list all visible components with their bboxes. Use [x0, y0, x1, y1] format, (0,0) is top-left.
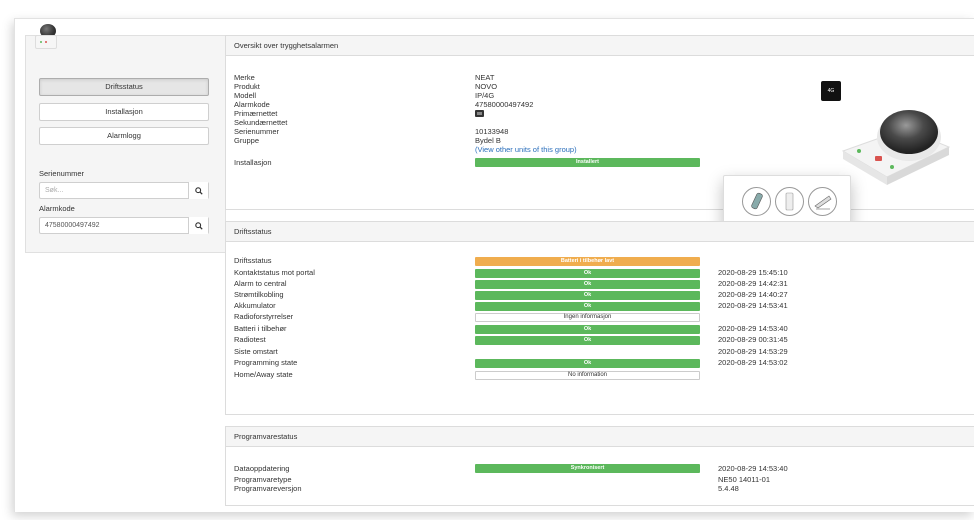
search-icon — [194, 221, 203, 230]
drift-row-label: Siste omstart — [234, 347, 278, 356]
alarmcode-search-button[interactable] — [188, 217, 208, 234]
alarmcode-input[interactable]: 47580000497492 — [45, 222, 100, 229]
modell-value: IP/4G — [475, 91, 495, 100]
drift-row-label: Alarm to central — [234, 279, 287, 288]
sim-card-icon — [475, 110, 484, 117]
drift-row-status: No information — [475, 371, 700, 380]
merke-value: NEAT — [475, 73, 495, 82]
drift-row-timestamp: 2020-08-29 15:45:10 — [718, 268, 788, 277]
drift-row-timestamp: 2020-08-29 14:53:41 — [718, 301, 788, 310]
drift-row-status: Ok — [475, 336, 700, 345]
alarmlogg-button[interactable]: Alarmlogg — [39, 127, 209, 145]
drift-row-label: Driftsstatus — [234, 256, 272, 265]
view-group-units-link[interactable]: (View other units of this group) — [475, 145, 577, 154]
serial-search-input[interactable]: Søk... — [45, 187, 63, 194]
sidebar: Driftsstatus Installasjon Alarmlogg Seri… — [25, 24, 226, 253]
gruppe-value: Bydel B — [475, 136, 501, 145]
drift-row-label: Strømtilkobling — [234, 290, 284, 299]
primaernettet-label: Primærnettet — [234, 109, 278, 118]
dataoppdatering-timestamp: 2020-08-29 14:53:40 — [718, 464, 788, 473]
programvare-panel: Programvarestatus Dataoppdatering Synkro… — [225, 426, 974, 506]
drift-row-label: Kontaktstatus mot portal — [234, 268, 315, 277]
produkt-label: Produkt — [234, 82, 260, 91]
programvaretype-value: NE50 14011-01 — [718, 475, 770, 484]
installasjon-button[interactable]: Installasjon — [39, 103, 209, 121]
drift-row-status: Ok — [475, 269, 700, 278]
gruppe-label: Gruppe — [234, 136, 260, 145]
4g-badge: 4G — [821, 81, 841, 101]
programvare-title: Programvarestatus — [226, 427, 974, 447]
drift-row-timestamp: 2020-08-29 14:53:29 — [718, 347, 788, 356]
installasjon-label: Installasjon — [234, 158, 272, 167]
merke-label: Merke — [234, 73, 255, 82]
modell-label: Modell — [234, 91, 257, 100]
drift-row-timestamp: 2020-08-29 14:40:27 — [718, 290, 788, 299]
device-thumbnail — [34, 24, 64, 58]
programvareversjon-label: Programvareversjon — [234, 484, 302, 493]
drift-row-label: Batteri i tilbehør — [234, 324, 287, 333]
drift-row-status: Batteri i tilbehør lavt — [475, 257, 700, 266]
overview-title: Oversikt over trygghetsalarmen — [226, 36, 974, 56]
dataoppdatering-label: Dataoppdatering — [234, 464, 290, 473]
alarmcode-search-group: 47580000497492 — [39, 217, 209, 234]
drift-row-label: Programming state — [234, 358, 298, 367]
driftsstatus-panel: Driftsstatus Driftsstatus Batteri i tilbe… — [225, 221, 974, 415]
serial-label: Serienummer — [39, 169, 85, 178]
driftsstatus-title: Driftsstatus — [226, 222, 974, 242]
programvaretype-label: Programvaretype — [234, 475, 292, 484]
drift-row-label: Radioforstyrrelser — [234, 312, 294, 321]
alarmkode-value: 47580000497492 — [475, 100, 534, 109]
fall-sensor-accessory-icon — [808, 187, 837, 216]
drift-row-status: Ok — [475, 359, 700, 368]
drift-row-timestamp: 2020-08-29 14:53:02 — [718, 358, 788, 367]
driftsstatus-button[interactable]: Driftsstatus — [39, 78, 209, 96]
installasjon-status: Installert — [475, 158, 700, 167]
programvareversjon-value: 5.4.48 — [718, 484, 739, 493]
alarmcode-label: Alarmkode — [39, 204, 75, 213]
drift-row-label: Akkumulator — [234, 301, 276, 310]
screen: Driftsstatus Installasjon Alarmlogg Seri… — [14, 18, 974, 512]
drift-row-label: Radiotest — [234, 335, 266, 344]
drift-row-status: Ok — [475, 325, 700, 334]
search-icon — [194, 186, 203, 195]
serial-search-button[interactable] — [188, 182, 208, 199]
drift-row-status: Ok — [475, 302, 700, 311]
door-sensor-accessory-icon — [775, 187, 804, 216]
pendant-accessory-icon — [742, 187, 771, 216]
serienummer-value: 10133948 — [475, 127, 509, 136]
sekundaernettet-label: Sekundærnettet — [234, 118, 288, 127]
serial-search-group: Søk... — [39, 182, 209, 199]
dataoppdatering-status: Synkronisert — [475, 464, 700, 473]
alarmkode-label: Alarmkode — [234, 100, 270, 109]
alarm-device-image — [841, 110, 951, 185]
drift-row-timestamp: 2020-08-29 14:42:31 — [718, 279, 788, 288]
serienummer-label: Serienummer — [234, 127, 280, 136]
drift-row-status: Ok — [475, 280, 700, 289]
drift-row-label: Home/Away state — [234, 370, 293, 379]
produkt-value: NOVO — [475, 82, 498, 91]
drift-row-timestamp: 2020-08-29 14:53:40 — [718, 324, 788, 333]
drift-row-timestamp: 2020-08-29 00:31:45 — [718, 335, 788, 344]
drift-row-status: Ingen informasjon — [475, 313, 700, 322]
drift-row-status: Ok — [475, 291, 700, 300]
